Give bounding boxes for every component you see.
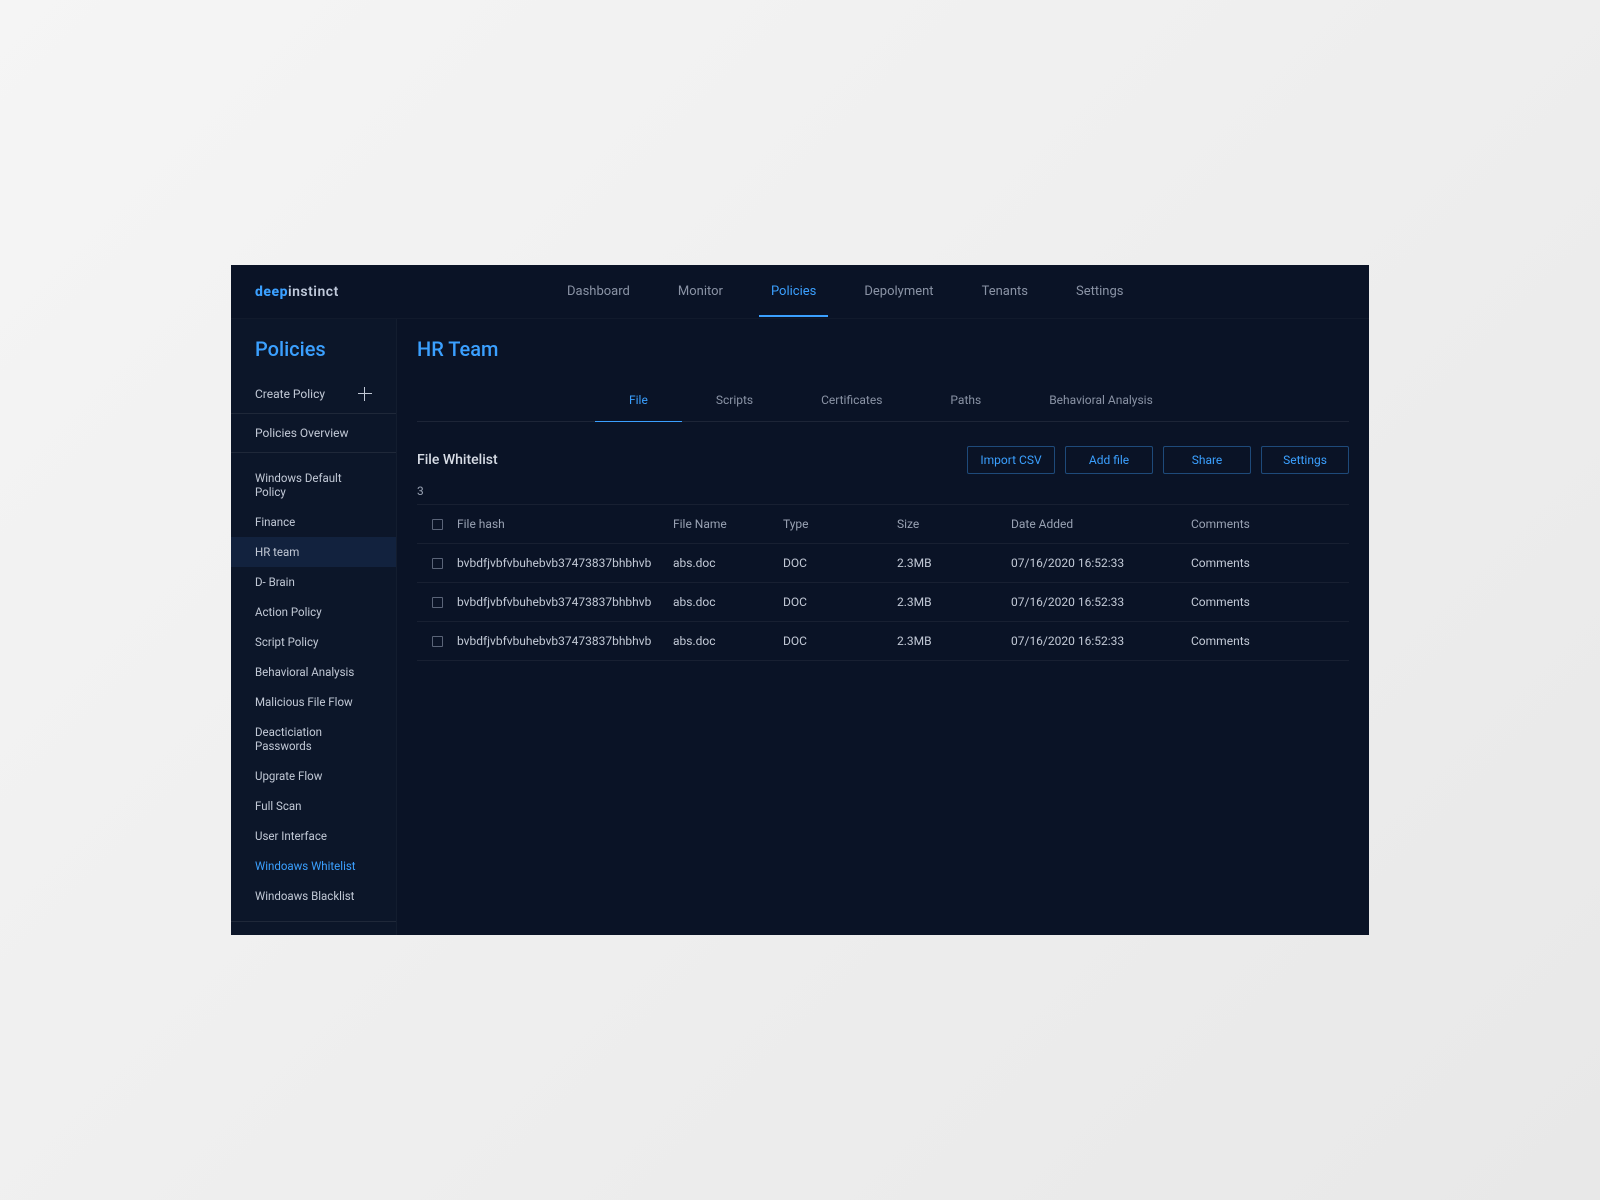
cell-hash: bvbdfjvbfvbuhebvb37473837bhbhvb: [457, 634, 673, 648]
sidebar-policy-list: Windows Default PolicyFinanceHR teamD- B…: [231, 452, 396, 921]
cell-name: abs.doc: [673, 556, 783, 570]
row-checkbox-cell: [417, 597, 457, 608]
sidebar: Policies Create Policy Policies Overview…: [231, 319, 397, 935]
section-title: File Whitelist: [417, 452, 498, 468]
plus-icon: [358, 387, 372, 401]
main-content: HR Team FileScriptsCertificatesPathsBeha…: [397, 319, 1369, 935]
sub-tab-certificates[interactable]: Certificates: [787, 379, 916, 421]
header-size[interactable]: Size: [897, 517, 1011, 531]
header-comments[interactable]: Comments: [1191, 517, 1349, 531]
table-row[interactable]: bvbdfjvbfvbuhebvb37473837bhbhvbabs.docDO…: [417, 544, 1349, 583]
top-nav: deepinstinct DashboardMonitorPoliciesDep…: [231, 265, 1369, 319]
sidebar-item[interactable]: Windoaws Blacklist: [231, 881, 396, 911]
table-row[interactable]: bvbdfjvbfvbuhebvb37473837bhbhvbabs.docDO…: [417, 622, 1349, 661]
row-count: 3: [417, 484, 1349, 498]
logo-accent: deep: [255, 284, 288, 300]
policies-overview-button[interactable]: Policies Overview: [231, 414, 396, 452]
row-checkbox-cell: [417, 636, 457, 647]
sidebar-item[interactable]: Deacticiation Passwords: [231, 717, 396, 761]
sub-tab-paths[interactable]: Paths: [916, 379, 1015, 421]
nav-tab-monitor[interactable]: Monitor: [654, 266, 747, 317]
app-window: deepinstinct DashboardMonitorPoliciesDep…: [231, 265, 1369, 935]
header-type[interactable]: Type: [783, 517, 897, 531]
cell-type: DOC: [783, 595, 897, 609]
sidebar-item[interactable]: User Interface: [231, 821, 396, 851]
select-all-checkbox[interactable]: [432, 519, 443, 530]
page-title: HR Team: [417, 337, 1349, 361]
cell-name: abs.doc: [673, 595, 783, 609]
create-policy-label: Create Policy: [255, 387, 325, 401]
sidebar-item[interactable]: Action Policy: [231, 597, 396, 627]
sidebar-item[interactable]: Finance: [231, 507, 396, 537]
body-area: Policies Create Policy Policies Overview…: [231, 319, 1369, 935]
header-hash[interactable]: File hash: [457, 517, 673, 531]
add-file-button[interactable]: Add file: [1065, 446, 1153, 474]
sub-tabs: FileScriptsCertificatesPathsBehavioral A…: [417, 379, 1349, 422]
file-table: File hash File Name Type Size Date Added…: [417, 504, 1349, 661]
sidebar-item[interactable]: Windows Default Policy: [231, 463, 396, 507]
cell-size: 2.3MB: [897, 556, 1011, 570]
cell-date: 07/16/2020 16:52:33: [1011, 634, 1191, 648]
create-policy-button[interactable]: Create Policy: [231, 375, 396, 414]
import-csv-button[interactable]: Import CSV: [967, 446, 1055, 474]
row-checkbox[interactable]: [432, 597, 443, 608]
cell-date: 07/16/2020 16:52:33: [1011, 595, 1191, 609]
cell-type: DOC: [783, 556, 897, 570]
row-checkbox[interactable]: [432, 558, 443, 569]
table-header-row: File hash File Name Type Size Date Added…: [417, 504, 1349, 544]
cell-date: 07/16/2020 16:52:33: [1011, 556, 1191, 570]
sub-tab-scripts[interactable]: Scripts: [682, 379, 787, 421]
header-checkbox-cell: [417, 519, 457, 530]
sidebar-footer-section: macOS Default Policy: [231, 921, 396, 935]
sidebar-item[interactable]: HR team: [231, 537, 396, 567]
row-checkbox-cell: [417, 558, 457, 569]
section-header: File Whitelist Import CSV Add file Share…: [417, 446, 1349, 474]
cell-comments: Comments: [1191, 634, 1349, 648]
sidebar-item[interactable]: Behavioral Analysis: [231, 657, 396, 687]
nav-tab-dashboard[interactable]: Dashboard: [543, 266, 654, 317]
sidebar-item[interactable]: Upgrate Flow: [231, 761, 396, 791]
cell-name: abs.doc: [673, 634, 783, 648]
sidebar-item-macos[interactable]: macOS Default Policy: [231, 932, 396, 935]
cell-size: 2.3MB: [897, 634, 1011, 648]
sub-tab-behavioral-analysis[interactable]: Behavioral Analysis: [1015, 379, 1187, 421]
cell-hash: bvbdfjvbfvbuhebvb37473837bhbhvb: [457, 595, 673, 609]
header-name[interactable]: File Name: [673, 517, 783, 531]
action-buttons: Import CSV Add file Share Settings: [967, 446, 1349, 474]
logo-text: instinct: [288, 284, 339, 300]
nav-tab-settings[interactable]: Settings: [1052, 266, 1147, 317]
logo: deepinstinct: [255, 284, 403, 300]
sidebar-item[interactable]: D- Brain: [231, 567, 396, 597]
sub-tab-file[interactable]: File: [595, 379, 682, 421]
nav-tabs: DashboardMonitorPoliciesDepolymentTenant…: [403, 266, 1345, 317]
nav-tab-depolyment[interactable]: Depolyment: [840, 266, 957, 317]
sidebar-title: Policies: [231, 319, 396, 375]
cell-comments: Comments: [1191, 556, 1349, 570]
row-checkbox[interactable]: [432, 636, 443, 647]
table-row[interactable]: bvbdfjvbfvbuhebvb37473837bhbhvbabs.docDO…: [417, 583, 1349, 622]
sidebar-item[interactable]: Full Scan: [231, 791, 396, 821]
sidebar-item[interactable]: Malicious File Flow: [231, 687, 396, 717]
nav-tab-policies[interactable]: Policies: [747, 266, 840, 317]
cell-type: DOC: [783, 634, 897, 648]
settings-button[interactable]: Settings: [1261, 446, 1349, 474]
sidebar-item[interactable]: Windoaws Whitelist: [231, 851, 396, 881]
share-button[interactable]: Share: [1163, 446, 1251, 474]
cell-hash: bvbdfjvbfvbuhebvb37473837bhbhvb: [457, 556, 673, 570]
nav-tab-tenants[interactable]: Tenants: [958, 266, 1052, 317]
sidebar-item[interactable]: Script Policy: [231, 627, 396, 657]
header-date[interactable]: Date Added: [1011, 517, 1191, 531]
cell-size: 2.3MB: [897, 595, 1011, 609]
cell-comments: Comments: [1191, 595, 1349, 609]
